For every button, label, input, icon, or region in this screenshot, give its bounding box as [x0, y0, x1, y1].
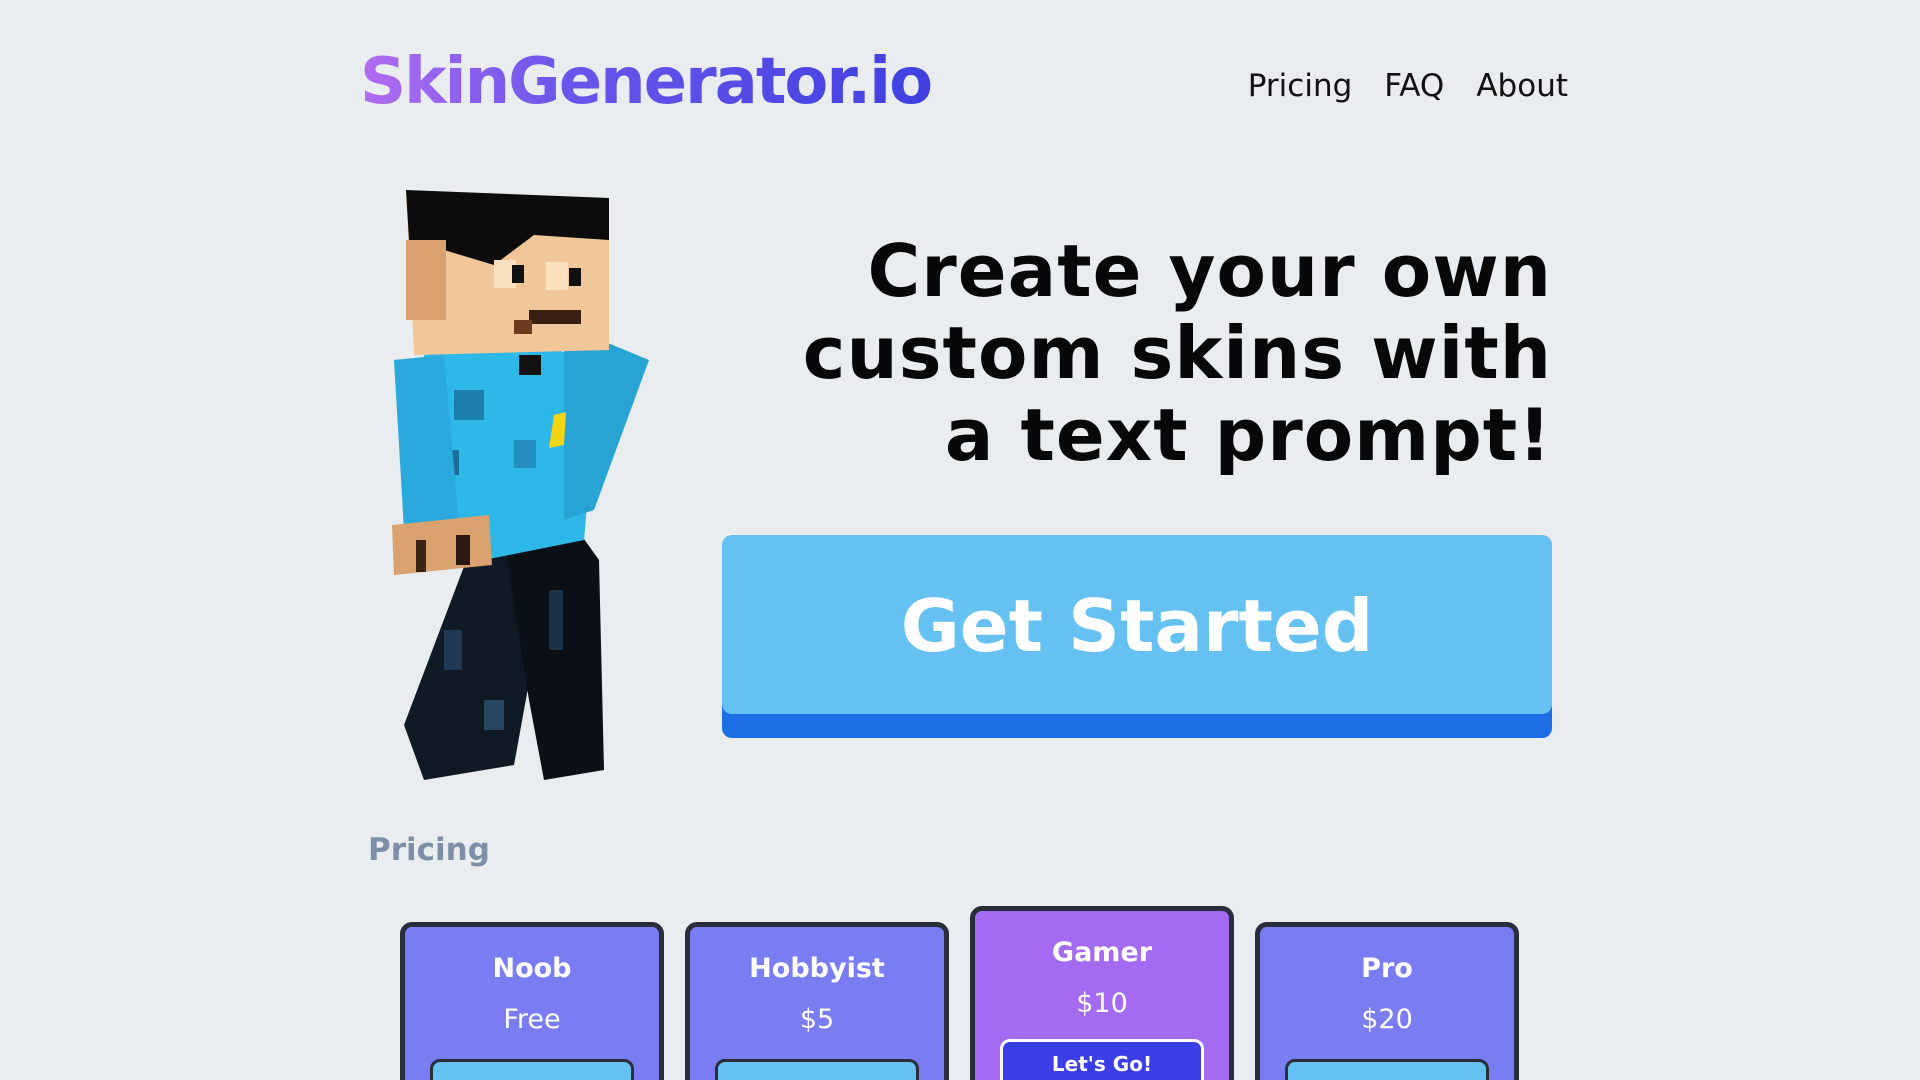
plan-card-hobbyist: Hobbyist $5 [685, 922, 949, 1080]
plan-card-pro: Pro $20 [1255, 922, 1519, 1080]
minecraft-skin-character-image [392, 190, 649, 780]
plan-select-button[interactable] [430, 1059, 634, 1080]
plan-lets-go-button[interactable]: Let's Go! [1000, 1039, 1204, 1080]
plan-name: Gamer [1051, 937, 1153, 968]
nav-pricing-link[interactable]: Pricing [1248, 68, 1353, 104]
plan-price: Free [503, 1004, 561, 1035]
plan-card-gamer: Gamer $10 Let's Go! [970, 906, 1234, 1080]
plan-price: $10 [1076, 988, 1128, 1019]
hero-headline: Create your own custom skins with a text… [802, 229, 1552, 477]
pricing-plans: Noob Free Hobbyist $5 Gamer $10 Let's Go… [400, 906, 1520, 1080]
site-logo[interactable]: SkinGenerator.io [360, 50, 933, 114]
plan-price: $5 [799, 1004, 835, 1035]
nav-faq-link[interactable]: FAQ [1384, 68, 1444, 104]
plan-select-button[interactable] [1285, 1059, 1489, 1080]
plan-name: Hobbyist [749, 953, 885, 984]
nav-about-link[interactable]: About [1476, 68, 1568, 104]
plan-select-button[interactable] [715, 1059, 919, 1080]
pricing-section-title: Pricing [368, 832, 490, 868]
plan-price: $20 [1361, 1004, 1413, 1035]
plan-name: Noob [492, 953, 572, 984]
get-started-button[interactable]: Get Started [722, 535, 1552, 738]
plan-name: Pro [1361, 953, 1413, 984]
plan-card-noob: Noob Free [400, 922, 664, 1080]
top-nav: Pricing FAQ About [1248, 68, 1568, 104]
